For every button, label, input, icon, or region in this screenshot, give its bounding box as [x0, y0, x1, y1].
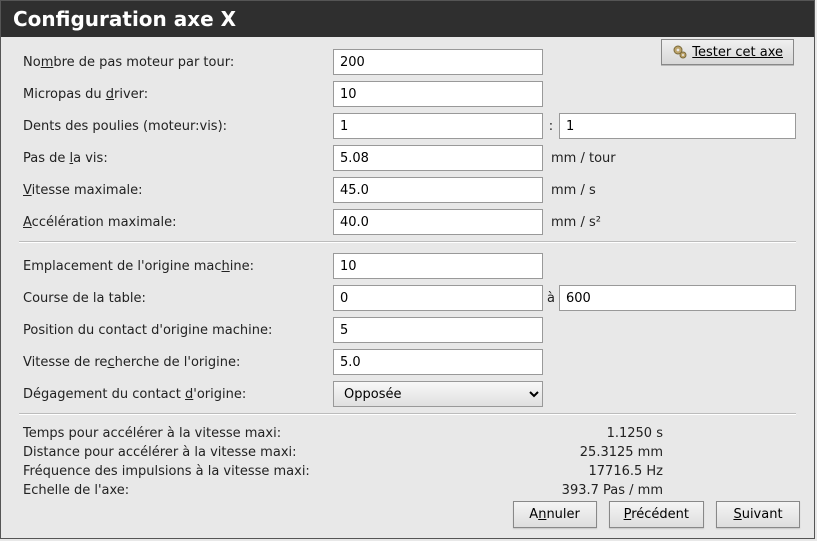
divider-1: [19, 241, 796, 243]
window-title: Configuration axe X: [1, 1, 814, 37]
gears-icon: [672, 44, 688, 60]
amax-input[interactable]: [333, 209, 543, 235]
scale-value: 393.7 Pas / mm: [523, 482, 663, 501]
pitch-label: Pas de la vis:: [19, 151, 333, 166]
pulley-screw-input[interactable]: [559, 113, 796, 139]
next-button[interactable]: Suivant: [716, 501, 800, 528]
latch-dir-label: Dégagement du contact d'origine:: [19, 387, 333, 402]
microstep-input[interactable]: [333, 81, 543, 107]
pulley-label: Dents des poulies (moteur:vis):: [19, 119, 333, 134]
home-search-v-input[interactable]: [333, 349, 543, 375]
pulse-freq-value: 17716.5 Hz: [523, 463, 663, 482]
vmax-input[interactable]: [333, 177, 543, 203]
home-sw-pos-label: Position du contact d'origine machine:: [19, 323, 333, 338]
scale-label: Echelle de l'axe:: [19, 482, 523, 501]
steps-per-rev-input[interactable]: [333, 49, 543, 75]
home-loc-label: Emplacement de l'origine machine:: [19, 259, 333, 274]
previous-button[interactable]: Précédent: [609, 501, 704, 528]
pitch-input[interactable]: [333, 145, 543, 171]
amax-label: Accélération maximale:: [19, 215, 333, 230]
travel-label: Course de la table:: [19, 291, 333, 306]
accel-dist-label: Distance pour accélérer à la vitesse max…: [19, 444, 523, 463]
test-axis-button[interactable]: Tester cet axe: [661, 39, 794, 65]
test-axis-label: Tester cet axe: [692, 45, 783, 60]
travel-min-input[interactable]: [333, 285, 543, 311]
pulley-sep: :: [543, 119, 559, 134]
pulley-motor-input[interactable]: [333, 113, 543, 139]
home-sw-pos-input[interactable]: [333, 317, 543, 343]
home-search-v-label: Vitesse de recherche de l'origine:: [19, 355, 333, 370]
steps-per-rev-label: Nombre de pas moteur par tour:: [19, 55, 333, 70]
accel-time-value: 1.1250 s: [523, 425, 663, 444]
cancel-button[interactable]: Annuler: [513, 501, 597, 528]
latch-dir-select[interactable]: Opposée: [333, 381, 543, 407]
vmax-label: Vitesse maximale:: [19, 183, 333, 198]
microstep-label: Micropas du driver:: [19, 87, 333, 102]
travel-sep: à: [543, 291, 559, 306]
pitch-unit: mm / tour: [543, 151, 616, 166]
divider-2: [19, 413, 796, 415]
travel-max-input[interactable]: [559, 285, 796, 311]
stats-block: Temps pour accélérer à la vitesse maxi: …: [19, 425, 796, 500]
accel-time-label: Temps pour accélérer à la vitesse maxi:: [19, 425, 523, 444]
amax-unit: mm / s²: [543, 215, 601, 230]
vmax-unit: mm / s: [543, 183, 596, 198]
home-loc-input[interactable]: [333, 253, 543, 279]
accel-dist-value: 25.3125 mm: [523, 444, 663, 463]
pulse-freq-label: Fréquence des impulsions à la vitesse ma…: [19, 463, 523, 482]
